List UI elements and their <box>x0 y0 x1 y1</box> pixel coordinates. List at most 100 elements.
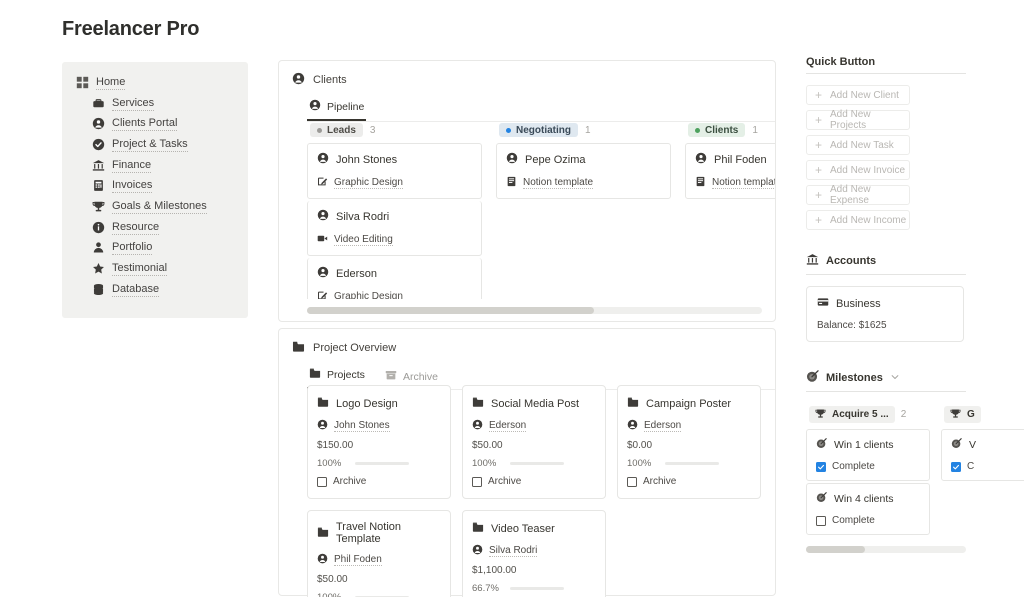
plus-icon: + <box>815 164 822 176</box>
sidebar-item-goals-milestones[interactable]: Goals & Milestones <box>62 196 248 217</box>
app-root: Freelancer Pro HomeServicesClients Porta… <box>0 0 1024 597</box>
status-badge[interactable]: Negotiating <box>499 123 578 137</box>
project-archive-row[interactable]: Archive <box>317 476 441 487</box>
client-card[interactable]: Phil FodenNotion template <box>685 143 775 199</box>
milestone-complete-row[interactable]: Complete <box>816 515 920 526</box>
status-dot-icon <box>506 128 511 133</box>
target-icon <box>816 492 827 506</box>
kanban-scrollbar[interactable] <box>307 307 762 314</box>
project-card[interactable]: Social Media PostEderson$50.00100%Archiv… <box>462 385 606 499</box>
archive-checkbox[interactable] <box>472 477 482 487</box>
user-icon <box>92 241 105 254</box>
client-card[interactable]: Silva Rodri Video Editing <box>307 201 482 256</box>
sidebar-item-services[interactable]: Services <box>62 93 248 114</box>
bank-icon <box>806 253 819 269</box>
sidebar-item-label: Home <box>96 75 125 90</box>
project-card[interactable]: Travel Notion TemplatePhil Foden$50.0010… <box>307 510 451 597</box>
project-owner[interactable]: John Stones <box>317 419 441 433</box>
quick-button-add-new-invoice[interactable]: + Add New Invoice <box>806 160 910 180</box>
milestone-complete-row[interactable]: C <box>951 461 1024 472</box>
project-archive-row[interactable]: Archive <box>627 476 751 487</box>
sidebar-item-label: Database <box>112 282 159 297</box>
invoice-icon <box>92 179 105 192</box>
milestones-scrollbar[interactable] <box>806 546 966 553</box>
project-card[interactable]: Campaign PosterEderson$0.00100%Archive <box>617 385 761 499</box>
project-name: Video Teaser <box>491 523 555 535</box>
client-card-tag[interactable]: Notion template <box>695 176 775 190</box>
sidebar-item-testimonial[interactable]: Testimonial <box>62 258 248 279</box>
project-progress: 100% <box>472 458 596 469</box>
sidebar-item-database[interactable]: Database <box>62 279 248 300</box>
sidebar-item-resource[interactable]: Resource <box>62 217 248 238</box>
project-owner[interactable]: Ederson <box>472 419 596 433</box>
sidebar-item-home[interactable]: Home <box>62 72 248 93</box>
client-card[interactable]: John Stones Graphic Design <box>307 143 482 199</box>
milestone-complete-row[interactable]: Complete <box>816 461 920 472</box>
complete-checkbox[interactable] <box>816 516 826 526</box>
milestone-badge[interactable]: G <box>944 406 981 423</box>
quick-button-add-new-client[interactable]: +Add New Client <box>806 85 910 105</box>
project-card-grid: Logo Design John Stones $150.00 100% Archive… <box>307 385 762 597</box>
sidebar-item-clients-portal[interactable]: Clients Portal <box>62 113 248 134</box>
client-card-tag[interactable]: Video Editing <box>317 233 472 247</box>
client-card[interactable]: Pepe OzimaNotion template <box>496 143 671 199</box>
database-icon <box>92 283 105 296</box>
archive-checkbox[interactable] <box>317 477 327 487</box>
project-owner[interactable]: Ederson <box>627 419 751 433</box>
complete-checkbox[interactable] <box>951 462 961 472</box>
quick-button-add-new-income[interactable]: +Add New Income <box>806 210 910 230</box>
client-card-tag[interactable]: Notion template <box>506 176 661 190</box>
sidebar-item-label: Clients Portal <box>112 116 177 131</box>
client-card[interactable]: EdersonGraphic Design <box>307 258 482 299</box>
project-card-title: Campaign Poster <box>627 396 751 411</box>
tab-pipeline[interactable]: Pipeline <box>307 96 366 121</box>
project-card-title: Logo Design <box>317 396 441 411</box>
milestone-badge[interactable]: Acquire 5 ... <box>809 406 895 423</box>
project-owner[interactable]: Silva Rodri <box>472 544 596 558</box>
person-circle-icon <box>627 419 638 433</box>
person-circle-icon <box>317 419 328 433</box>
sidebar-item-portfolio[interactable]: Portfolio <box>62 238 248 259</box>
note-icon <box>695 176 706 190</box>
project-owner[interactable]: Phil Foden <box>317 553 441 567</box>
project-amount: $150.00 <box>317 440 441 451</box>
milestone-card[interactable]: VC <box>941 429 1024 481</box>
milestones-header[interactable]: Milestones <box>806 370 1024 391</box>
person-circle-icon <box>472 419 483 433</box>
project-card[interactable]: Logo DesignJohn Stones$150.00100%Archive <box>307 385 451 499</box>
chevron-down-icon[interactable] <box>890 372 900 385</box>
client-card-title: John Stones <box>317 152 472 167</box>
quick-button-add-new-expense[interactable]: +Add New Expense <box>806 185 910 205</box>
account-card[interactable]: BusinessBalance: $1625 <box>806 286 964 342</box>
progress-track <box>665 462 719 465</box>
milestone-card-title: Win 4 clients <box>816 492 920 506</box>
project-archive-row[interactable]: Archive <box>472 476 596 487</box>
quick-button-label: Add New Invoice <box>830 165 905 176</box>
client-card-tag[interactable]: Graphic Design <box>317 176 472 190</box>
milestone-card[interactable]: Win 1 clients Complete <box>806 429 930 481</box>
client-card-title: Silva Rodri <box>317 209 472 224</box>
sidebar-item-finance[interactable]: Finance <box>62 155 248 176</box>
quick-button-title: Quick Button <box>806 56 875 68</box>
client-card-tag[interactable]: Graphic Design <box>317 290 472 299</box>
complete-checkbox[interactable] <box>816 462 826 472</box>
status-badge[interactable]: Leads <box>310 123 363 137</box>
project-overview-panel: Project Overview ProjectsArchive Logo De… <box>278 328 776 596</box>
quick-button-add-new-task[interactable]: +Add New Task <box>806 135 910 155</box>
sidebar-item-project-tasks[interactable]: Project & Tasks <box>62 134 248 155</box>
status-badge[interactable]: Clients <box>688 123 745 137</box>
milestone-card[interactable]: Win 4 clients Complete <box>806 483 930 535</box>
sidebar-item-invoices[interactable]: Invoices <box>62 175 248 196</box>
project-progress: 66.7% <box>472 583 596 594</box>
quick-button-list: +Add New Client+Add New Projects+Add New… <box>806 85 1024 230</box>
project-amount: $0.00 <box>627 440 751 451</box>
project-card[interactable]: Video TeaserSilva Rodri$1,100.0066.7%Arc… <box>462 510 606 597</box>
status-badge-label: Negotiating <box>516 125 571 136</box>
client-name: John Stones <box>336 154 397 166</box>
milestone-name: Win 1 clients <box>834 439 894 451</box>
progress-track <box>355 462 409 465</box>
archive-checkbox[interactable] <box>627 477 637 487</box>
sidebar-item-label: Goals & Milestones <box>112 199 207 214</box>
briefcase-icon <box>92 97 105 110</box>
quick-button-add-new-projects[interactable]: +Add New Projects <box>806 110 910 130</box>
